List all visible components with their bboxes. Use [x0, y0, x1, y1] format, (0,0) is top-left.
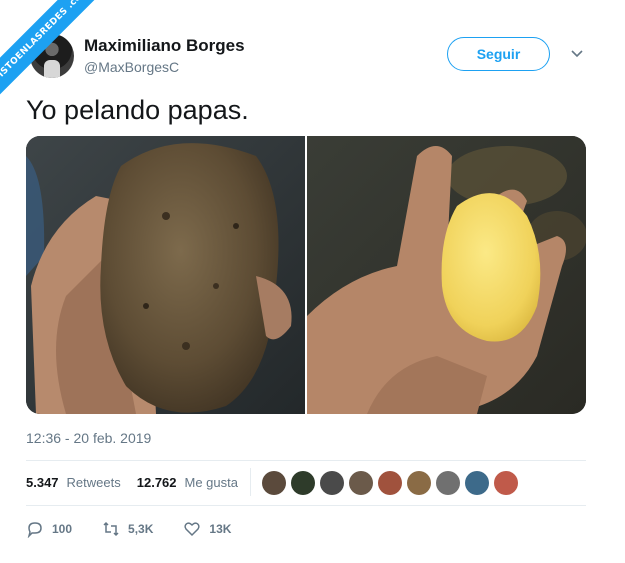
follow-button[interactable]: Seguir — [447, 37, 550, 71]
liker-avatar[interactable] — [291, 471, 315, 495]
likes-label[interactable]: Me gusta — [185, 475, 238, 490]
likes-count[interactable]: 12.762 — [137, 475, 177, 490]
stats-divider — [250, 468, 251, 496]
retweet-icon — [103, 521, 119, 537]
liker-avatar[interactable] — [494, 471, 518, 495]
divider-bottom — [26, 505, 586, 506]
retweets-count[interactable]: 5.347 — [26, 475, 59, 490]
retweets-label[interactable]: Retweets — [67, 475, 121, 490]
liker-avatars[interactable] — [262, 471, 518, 495]
liker-avatar[interactable] — [465, 471, 489, 495]
retweet-button[interactable]: 5,3K — [102, 520, 153, 538]
liker-avatar[interactable] — [262, 471, 286, 495]
engagement-stats: 5.347 Retweets 12.762 Me gusta — [26, 475, 238, 490]
tweet-timestamp[interactable]: 12:36 - 20 feb. 2019 — [26, 430, 151, 446]
like-count: 13K — [209, 522, 232, 536]
tweet-actions: 100 5,3K 13K — [26, 520, 261, 538]
author-handle[interactable]: @MaxBorgesC — [84, 59, 179, 75]
liker-avatar[interactable] — [407, 471, 431, 495]
reply-icon — [27, 522, 42, 538]
tweet-media[interactable] — [26, 136, 586, 414]
photo-unpeeled-potato[interactable] — [26, 136, 305, 414]
liker-avatar[interactable] — [349, 471, 373, 495]
tweet-text: Yo pelando papas. — [26, 95, 249, 125]
divider-top — [26, 460, 586, 461]
heart-icon — [184, 522, 201, 537]
reply-count: 100 — [52, 522, 73, 536]
like-button[interactable]: 13K — [183, 520, 231, 538]
chevron-down-icon[interactable] — [570, 46, 584, 60]
retweet-count: 5,3K — [128, 522, 154, 536]
liker-avatar[interactable] — [378, 471, 402, 495]
liker-avatar[interactable] — [436, 471, 460, 495]
reply-button[interactable]: 100 — [26, 520, 72, 538]
photo-peeled-potato[interactable] — [307, 136, 586, 414]
liker-avatar[interactable] — [320, 471, 344, 495]
author-name[interactable]: Maximiliano Borges — [84, 36, 245, 56]
